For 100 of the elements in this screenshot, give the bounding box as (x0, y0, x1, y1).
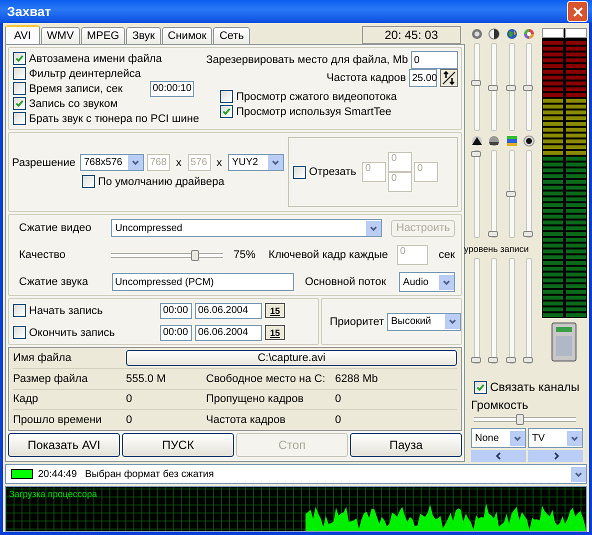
checkbox-label: Фильтр деинтерлейса (29, 68, 141, 80)
left-arrow-button[interactable] (471, 450, 526, 462)
checkbox-label: Просмотр сжатого видеопотока (236, 90, 397, 102)
dropdown[interactable]: Audio (399, 272, 455, 292)
clock: 20: 45: 03 (362, 26, 461, 44)
vertical-slider[interactable] (474, 150, 480, 238)
close-icon (572, 6, 582, 16)
meter-peak-box (564, 28, 586, 38)
slider-thumb[interactable] (506, 84, 516, 91)
field-label: Сжатие видео (19, 222, 92, 234)
vertical-slider[interactable] (526, 150, 532, 238)
right-arrow-button[interactable] (528, 450, 583, 462)
slider-thumb[interactable] (190, 250, 199, 260)
vertical-slider[interactable] (508, 258, 515, 364)
status-time: 20:44:49 (38, 468, 77, 480)
audio-codec-field[interactable]: Uncompressed (PCM) (112, 273, 294, 291)
checkbox[interactable] (13, 112, 26, 125)
checkbox-label: По умолчанию драйвера (98, 176, 224, 188)
status-log[interactable]: 20:44:49 Выбран формат без сжатия (5, 464, 587, 484)
field-label: Зарезервировать место для файла, Mb (206, 54, 408, 66)
vertical-slider[interactable] (474, 43, 480, 131)
slider-thumb[interactable] (470, 357, 481, 363)
checkbox[interactable] (13, 326, 26, 339)
file-name-button[interactable]: C:\capture.avi (126, 350, 457, 366)
slider-thumb[interactable] (488, 357, 498, 363)
vertical-slider[interactable] (508, 150, 515, 238)
checkbox[interactable] (474, 380, 487, 394)
vertical-slider[interactable] (491, 150, 498, 238)
action-button[interactable]: Показать AVI (8, 433, 120, 457)
volume-label: Громкость (471, 398, 530, 412)
field-label: Качество (19, 249, 67, 261)
calendar-button[interactable]: 15 (265, 325, 285, 340)
vertical-slider[interactable] (491, 258, 498, 364)
vertical-slider[interactable] (508, 43, 515, 131)
dropdown[interactable]: 768x576 (80, 154, 144, 171)
time-field[interactable]: 00:00 (160, 302, 192, 318)
graph-title: Загрузка процессора (9, 489, 97, 499)
slider-thumb[interactable] (523, 357, 534, 363)
checkbox[interactable] (82, 175, 95, 188)
checkbox[interactable] (13, 97, 26, 110)
slider-thumb[interactable] (523, 84, 534, 91)
field-label: Имя файла (13, 352, 72, 364)
slider-thumb[interactable] (506, 191, 516, 197)
checkbox[interactable] (13, 52, 26, 65)
color-wheel-icon (523, 28, 536, 40)
dropdown[interactable]: None (471, 428, 526, 448)
stat-label: Прошло времени (13, 414, 103, 426)
action-button[interactable]: Пауза (350, 433, 462, 457)
checkbox[interactable] (13, 67, 26, 80)
tab[interactable]: Сеть (213, 27, 250, 44)
checkbox-label: Отрезать (309, 166, 356, 178)
tab[interactable]: AVI (5, 25, 40, 44)
tab[interactable]: MPEG (80, 27, 126, 44)
slider-thumb[interactable] (506, 357, 516, 363)
slider-thumb[interactable] (470, 80, 481, 86)
slider-thumb[interactable] (523, 231, 534, 237)
vertical-slider[interactable] (526, 43, 532, 131)
tab[interactable]: Снимок (162, 27, 212, 44)
ring-dot-icon (523, 135, 536, 147)
remote-control-icon[interactable] (551, 322, 577, 362)
slider-thumb[interactable] (488, 84, 498, 91)
stat-value: 0 (126, 414, 134, 426)
dropdown[interactable]: YUY2 (228, 154, 284, 171)
spin-arrows-icon[interactable] (440, 69, 458, 87)
checkbox[interactable] (13, 82, 26, 95)
vertical-slider[interactable] (474, 258, 480, 364)
stat-label: Кадр (13, 393, 40, 406)
field-label: Ключевой кадр каждые (268, 249, 388, 261)
stat-value: 0 (126, 393, 134, 406)
dropdown[interactable]: Высокий (387, 312, 461, 330)
checkbox[interactable] (13, 304, 26, 317)
time-field[interactable]: 00:00:10 (150, 80, 194, 96)
vertical-slider[interactable] (526, 258, 532, 364)
checkbox[interactable] (293, 166, 306, 178)
dropdown[interactable]: TV (528, 428, 583, 448)
checkbox-label: Связать каналы (490, 380, 580, 394)
tab[interactable]: Звук (126, 27, 161, 44)
action-button[interactable]: ПУСК (122, 433, 234, 457)
field-label: Частота кадров (326, 72, 406, 84)
field-label: Разрешение (12, 156, 77, 168)
slider-thumb[interactable] (516, 414, 524, 426)
color-bars-icon (506, 135, 518, 147)
unit-label: сек (438, 249, 455, 261)
input-field[interactable]: 0 (411, 51, 458, 69)
globe-icon (506, 28, 518, 40)
time-field[interactable]: 00:00 (160, 324, 192, 340)
checkbox[interactable] (220, 105, 234, 118)
checkbox[interactable] (220, 90, 234, 103)
input-field[interactable]: 25.00 (409, 69, 437, 87)
date-field[interactable]: 06.06.2004 (195, 324, 262, 340)
calendar-button[interactable]: 15 (265, 303, 285, 318)
brightness-icon (470, 28, 483, 40)
slider-thumb[interactable] (470, 151, 481, 157)
tab[interactable]: WMV (40, 27, 80, 44)
slider-thumb[interactable] (488, 231, 498, 237)
dropdown[interactable]: Uncompressed (111, 219, 382, 237)
close-button[interactable] (567, 1, 588, 22)
vertical-slider[interactable] (491, 43, 498, 131)
date-field[interactable]: 06.06.2004 (195, 302, 262, 318)
stat-label: Размер файла (13, 372, 89, 385)
